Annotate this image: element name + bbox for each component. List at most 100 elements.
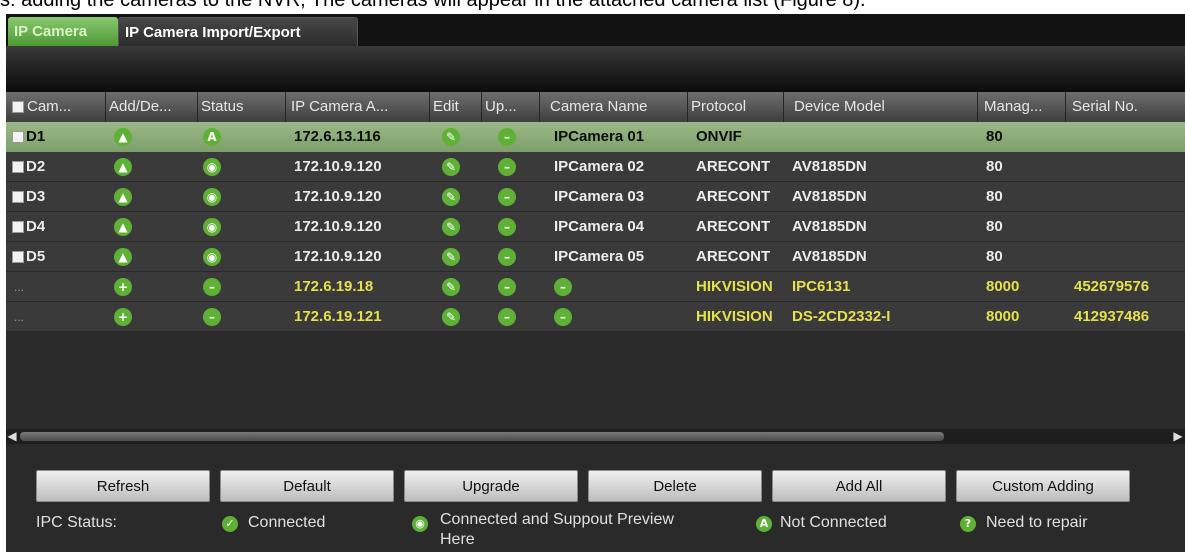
cell-protocol: HIKVISION [696, 278, 773, 295]
not-connected-icon: A [756, 516, 772, 532]
legend-connected: Connected [248, 514, 326, 531]
header-camera-name[interactable]: Camera Name [540, 92, 688, 122]
table-row[interactable]: ... + – 172.6.19.18 ✎ – – HIKVISION IPC6… [6, 272, 1185, 302]
row-checkbox[interactable] [12, 191, 24, 203]
upgrade-minus-icon[interactable]: – [498, 248, 516, 266]
cell-management-port: 80 [986, 158, 1003, 175]
header-upgrade[interactable]: Up... [482, 92, 540, 122]
cell-cam: D1 [26, 128, 46, 145]
camera-table: Cam... Add/De... Status IP Camera A... E… [6, 92, 1185, 444]
cell-serial-no: 452679576 [1074, 278, 1150, 295]
need-repair-icon: ? [960, 516, 976, 532]
edit-icon[interactable]: ✎ [442, 218, 460, 236]
cell-camera-name: IPCamera 02 [554, 158, 645, 175]
delete-camera-icon[interactable]: ▲ [114, 188, 132, 206]
cell-cam: ... [14, 280, 25, 294]
add-all-button[interactable]: Add All [772, 470, 946, 502]
cell-protocol: ARECONT [696, 248, 771, 265]
delete-button[interactable]: Delete [588, 470, 762, 502]
button-bar: Refresh Default Upgrade Delete Add All C… [6, 444, 1185, 552]
legend-not-connected: Not Connected [780, 514, 887, 531]
cell-protocol: HIKVISION [696, 308, 773, 325]
select-all-checkbox[interactable] [12, 101, 24, 113]
tab-bar: IP Camera IP Camera Import/Export [6, 14, 1185, 46]
ipc-status-legend: IPC Status: ✓ Connected ◉ Connected and … [6, 506, 1185, 552]
horizontal-scrollbar[interactable]: ◀ ▶ [6, 429, 1185, 444]
legend-title: IPC Status: [36, 514, 117, 531]
not-connected-icon: A [203, 128, 221, 146]
header-cam[interactable]: Cam... [24, 92, 106, 122]
upgrade-minus-icon[interactable]: – [498, 278, 516, 296]
minus-icon: – [203, 308, 221, 326]
upgrade-minus-icon[interactable]: – [498, 158, 516, 176]
delete-camera-icon[interactable]: ▲ [114, 128, 132, 146]
cell-ip-address: 172.10.9.120 [294, 188, 382, 205]
upgrade-minus-icon[interactable]: – [498, 128, 516, 146]
cell-ip-address: 172.10.9.120 [294, 248, 382, 265]
cell-ip-address: 172.6.13.116 [294, 128, 381, 145]
upgrade-minus-icon[interactable]: – [498, 218, 516, 236]
header-management-port[interactable]: Manag... [978, 92, 1066, 122]
cell-cam: ... [14, 310, 25, 324]
edit-icon[interactable]: ✎ [442, 278, 460, 296]
connected-preview-icon: ◉ [203, 218, 221, 236]
header-ip-address[interactable]: IP Camera A... [286, 92, 430, 122]
scroll-left-icon[interactable]: ◀ [6, 429, 18, 444]
add-camera-icon[interactable]: + [114, 278, 132, 296]
cell-device-model: IPC6131 [792, 278, 851, 295]
edit-icon[interactable]: ✎ [442, 308, 460, 326]
row-checkbox[interactable] [12, 221, 24, 233]
header-serial-no[interactable]: Serial No. [1066, 92, 1185, 122]
cell-cam: D5 [26, 248, 46, 265]
connected-icon: ✓ [222, 516, 238, 532]
row-checkbox[interactable] [12, 131, 24, 143]
add-camera-icon[interactable]: + [114, 308, 132, 326]
minus-icon: – [554, 278, 572, 296]
refresh-button[interactable]: Refresh [36, 470, 210, 502]
header-protocol[interactable]: Protocol [688, 92, 784, 122]
edit-icon[interactable]: ✎ [442, 158, 460, 176]
delete-camera-icon[interactable]: ▲ [114, 248, 132, 266]
default-button[interactable]: Default [220, 470, 394, 502]
table-row[interactable]: D5 ▲ ◉ 172.10.9.120 ✎ – IPCamera 05 AREC… [6, 242, 1185, 272]
custom-adding-button[interactable]: Custom Adding [956, 470, 1130, 502]
delete-camera-icon[interactable]: ▲ [114, 158, 132, 176]
cell-protocol: ONVIF [696, 128, 742, 145]
cell-management-port: 8000 [986, 278, 1020, 295]
table-row[interactable]: D1 ▲ A 172.6.13.116 ✎ – IPCamera 01 ONVI… [6, 122, 1185, 152]
cell-cam: D3 [26, 188, 46, 205]
cell-ip-address: 172.6.19.121 [294, 308, 382, 325]
cell-management-port: 80 [986, 248, 1003, 265]
cell-management-port: 80 [986, 128, 1003, 145]
header-status[interactable]: Status [198, 92, 286, 122]
legend-need-repair: Need to repair [986, 514, 1088, 531]
table-row[interactable]: D2 ▲ ◉ 172.10.9.120 ✎ – IPCamera 02 AREC… [6, 152, 1185, 182]
upgrade-button[interactable]: Upgrade [404, 470, 578, 502]
delete-camera-icon[interactable]: ▲ [114, 218, 132, 236]
connected-preview-icon: ◉ [203, 188, 221, 206]
tab-ip-camera[interactable]: IP Camera [8, 17, 118, 46]
cell-cam: D4 [26, 218, 46, 235]
cell-device-model: AV8185DN [792, 248, 867, 265]
cell-cam: D2 [26, 158, 46, 175]
table-header: Cam... Add/De... Status IP Camera A... E… [6, 92, 1185, 122]
tab-ip-camera-import-export[interactable]: IP Camera Import/Export [118, 17, 358, 46]
legend-connected-preview: Connected and Suppout Preview Here [440, 511, 674, 548]
edit-icon[interactable]: ✎ [442, 128, 460, 146]
edit-icon[interactable]: ✎ [442, 248, 460, 266]
table-row[interactable]: D3 ▲ ◉ 172.10.9.120 ✎ – IPCamera 03 AREC… [6, 182, 1185, 212]
header-add-delete[interactable]: Add/De... [106, 92, 198, 122]
scroll-right-icon[interactable]: ▶ [1172, 429, 1184, 444]
upgrade-minus-icon[interactable]: – [498, 308, 516, 326]
scrollbar-thumb[interactable] [20, 432, 944, 441]
header-device-model[interactable]: Device Model [784, 92, 978, 122]
row-checkbox[interactable] [12, 161, 24, 173]
upgrade-minus-icon[interactable]: – [498, 188, 516, 206]
row-checkbox[interactable] [12, 251, 24, 263]
table-row[interactable]: ... + – 172.6.19.121 ✎ – – HIKVISION DS-… [6, 302, 1185, 332]
cell-camera-name: IPCamera 01 [554, 128, 645, 145]
cell-protocol: ARECONT [696, 158, 771, 175]
table-row[interactable]: D4 ▲ ◉ 172.10.9.120 ✎ – IPCamera 04 AREC… [6, 212, 1185, 242]
edit-icon[interactable]: ✎ [442, 188, 460, 206]
header-edit[interactable]: Edit [430, 92, 482, 122]
